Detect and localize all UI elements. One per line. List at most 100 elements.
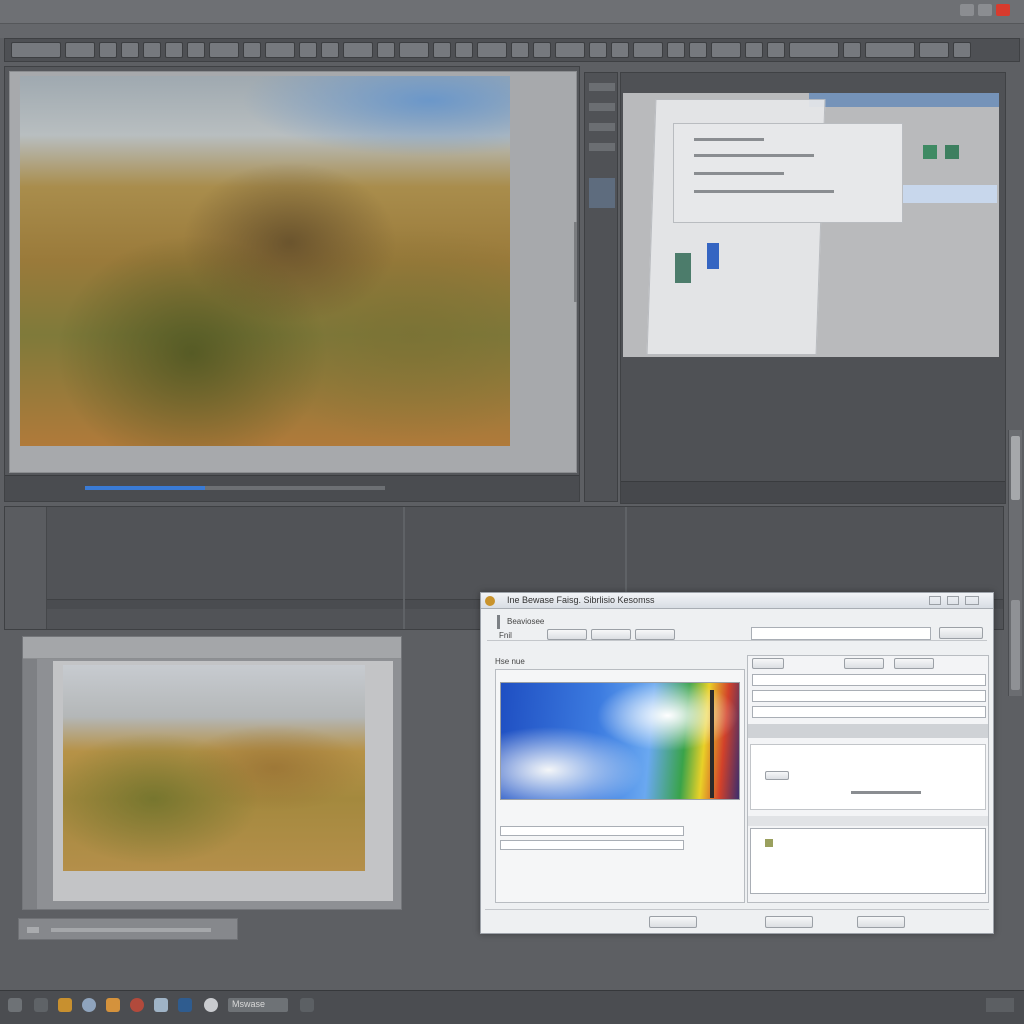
scrollbar-thumb[interactable] <box>1011 436 1020 500</box>
dialog-toolbar-button[interactable] <box>547 629 587 640</box>
toolbar-button[interactable] <box>843 42 861 58</box>
settings-text-line <box>851 791 921 794</box>
settings-checkbox[interactable] <box>765 839 773 847</box>
toolbar-button[interactable] <box>99 42 117 58</box>
ok-button[interactable] <box>649 916 697 928</box>
toolbar-button[interactable] <box>321 42 339 58</box>
toolbar-button[interactable] <box>433 42 451 58</box>
toolbar-button[interactable] <box>121 42 139 58</box>
toolbar-button[interactable] <box>165 42 183 58</box>
dialog-close-button[interactable] <box>965 596 979 605</box>
app-icon[interactable] <box>34 998 48 1012</box>
app-icon[interactable] <box>154 998 168 1012</box>
browser-icon[interactable] <box>82 998 96 1012</box>
toolbar-button[interactable] <box>343 42 373 58</box>
toolbar-button[interactable] <box>533 42 551 58</box>
app-icon[interactable] <box>8 998 22 1012</box>
side-tool[interactable] <box>589 123 615 131</box>
caption-icon <box>27 927 39 933</box>
dialog-footer <box>485 909 989 931</box>
gradient-marker[interactable] <box>710 690 714 798</box>
side-tool[interactable] <box>589 143 615 151</box>
taskbar-item[interactable]: Mswase <box>228 998 288 1012</box>
maximize-button[interactable] <box>978 4 992 16</box>
preview-text-line <box>694 172 784 175</box>
toolbar-button[interactable] <box>399 42 429 58</box>
folder-icon[interactable] <box>58 998 72 1012</box>
side-tool[interactable] <box>589 178 615 208</box>
toolbar-button[interactable] <box>919 42 949 58</box>
settings-group <box>750 744 986 810</box>
toolbar-button[interactable] <box>767 42 785 58</box>
side-tool-column <box>584 72 618 502</box>
preview-status-strip <box>621 481 1005 503</box>
toolbar-button[interactable] <box>745 42 763 58</box>
settings-button[interactable] <box>844 658 884 669</box>
secondary-image-panel <box>22 636 402 910</box>
dialog-top-input[interactable] <box>751 627 931 640</box>
scrollbar-thumb[interactable] <box>1011 600 1020 690</box>
settings-field[interactable] <box>752 706 986 718</box>
toolbar-button[interactable] <box>477 42 507 58</box>
taskbar: Mswase <box>0 990 1024 1024</box>
cancel-button[interactable] <box>765 916 813 928</box>
toolbar-button[interactable] <box>243 42 261 58</box>
toolbar-button[interactable] <box>65 42 95 58</box>
dialog-menu-item[interactable]: Fnil <box>499 631 512 640</box>
toolbar-button[interactable] <box>511 42 529 58</box>
app-icon[interactable] <box>130 998 144 1012</box>
thumbnail-caption-bar <box>18 918 238 940</box>
secondary-image-frame <box>53 661 393 901</box>
close-button[interactable] <box>996 4 1010 16</box>
app-icon[interactable] <box>106 998 120 1012</box>
window-scrollbar[interactable] <box>1008 430 1022 696</box>
settings-button[interactable] <box>752 658 784 669</box>
toolbar-button[interactable] <box>11 42 61 58</box>
toolbar-button[interactable] <box>455 42 473 58</box>
preview-input[interactable] <box>500 826 684 836</box>
preview-input[interactable] <box>500 840 684 850</box>
minimize-button[interactable] <box>960 4 974 16</box>
toolbar-button[interactable] <box>589 42 607 58</box>
settings-input-area[interactable] <box>750 828 986 894</box>
dialog-minimize-button[interactable] <box>929 596 941 605</box>
vertical-scrollbar[interactable] <box>574 222 577 302</box>
toolbar-button[interactable] <box>689 42 707 58</box>
app-icon[interactable] <box>300 998 314 1012</box>
dialog-maximize-button[interactable] <box>947 596 959 605</box>
apply-button[interactable] <box>857 916 905 928</box>
system-tray[interactable] <box>986 998 1014 1012</box>
secondary-panel-header <box>23 637 401 659</box>
toolbar-button[interactable] <box>209 42 239 58</box>
side-tool[interactable] <box>589 103 615 111</box>
toolbar-button[interactable] <box>299 42 317 58</box>
toolbar-button[interactable] <box>143 42 161 58</box>
settings-field[interactable] <box>752 690 986 702</box>
toolbar-button[interactable] <box>611 42 629 58</box>
dialog-toolbar-button[interactable] <box>591 629 631 640</box>
toolbar-button[interactable] <box>633 42 663 58</box>
preview-highlight <box>903 185 997 203</box>
toolbar-button[interactable] <box>667 42 685 58</box>
dialog-menu-item[interactable]: Beaviosee <box>507 617 544 626</box>
gear-icon[interactable] <box>204 998 218 1012</box>
settings-toggle[interactable] <box>765 771 789 780</box>
toolbar-button[interactable] <box>377 42 395 58</box>
settings-field[interactable] <box>752 674 986 686</box>
toolbar-button[interactable] <box>265 42 295 58</box>
toolbar-button[interactable] <box>789 42 839 58</box>
settings-button[interactable] <box>894 658 934 669</box>
toolbar-button[interactable] <box>711 42 741 58</box>
toolbar-button[interactable] <box>953 42 971 58</box>
dialog-toolbar-button[interactable] <box>635 629 675 640</box>
tab-hse-nue[interactable]: Hse nue <box>495 657 525 666</box>
timeline-divider <box>403 507 405 629</box>
app-icon[interactable] <box>178 998 192 1012</box>
side-tool[interactable] <box>589 83 615 91</box>
preview-text-line <box>694 154 814 157</box>
toolbar-button[interactable] <box>865 42 915 58</box>
toolbar-button[interactable] <box>187 42 205 58</box>
dialog-browse-button[interactable] <box>939 627 983 639</box>
secondary-panel-ruler <box>23 659 37 909</box>
toolbar-button[interactable] <box>555 42 585 58</box>
